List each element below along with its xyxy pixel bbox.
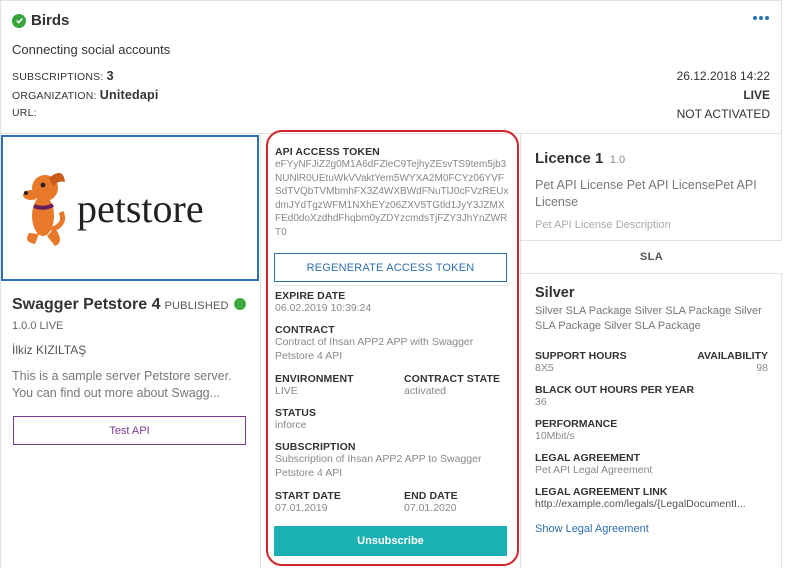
blackout-label: BLACK OUT HOURS PER YEAR bbox=[535, 384, 695, 396]
api-version: 1.0.0 LIVE bbox=[12, 320, 64, 332]
status-label: STATUS bbox=[275, 407, 317, 419]
app-date: 26.12.2018 14:22 bbox=[676, 69, 770, 83]
legal-link-label: LEGAL AGREEMENT LINK bbox=[535, 486, 668, 498]
regenerate-token-button[interactable]: REGENERATE ACCESS TOKEN bbox=[274, 253, 507, 282]
start-date-section: START DATE 07.01.2019 bbox=[275, 490, 400, 516]
contract-section: CONTRACT Contract of Ihsan APP2 APP with… bbox=[275, 324, 511, 363]
environment-section: ENVIRONMENT LIVE bbox=[275, 373, 400, 399]
sla-title: Silver bbox=[535, 285, 575, 301]
api-state: PUBLISHED bbox=[164, 300, 229, 312]
end-date-label: END DATE bbox=[404, 490, 458, 502]
organization-row: ORGANIZATION: Unitedapi bbox=[12, 88, 159, 102]
performance-value: 10Mbit/s bbox=[535, 430, 575, 442]
url-row: URL: bbox=[12, 107, 37, 119]
subscriptions-label: SUBSCRIPTIONS: bbox=[12, 71, 104, 83]
url-label: URL: bbox=[12, 107, 37, 119]
start-date-label: START DATE bbox=[275, 490, 341, 502]
environment-value: LIVE bbox=[275, 385, 298, 397]
availability-label: AVAILABILITY bbox=[697, 350, 768, 362]
support-hours-label: SUPPORT HOURS bbox=[535, 350, 627, 362]
token-value[interactable]: eFYyNFJiZ2g0M1A6dFZleC9TejhyZEsvTS9tem5j… bbox=[275, 158, 509, 239]
status-section: STATUS inforce bbox=[275, 407, 511, 433]
more-dots-icon[interactable] bbox=[753, 12, 771, 24]
sla-description: Silver SLA Package Silver SLA Package Si… bbox=[535, 305, 762, 332]
subscriptions-count: 3 bbox=[106, 69, 114, 83]
check-circle-icon bbox=[12, 13, 26, 28]
subscription-value: Subscription of Ihsan APP2 APP to Swagge… bbox=[275, 453, 482, 479]
licence-title-row: Licence 1 1.0 bbox=[535, 150, 625, 168]
api-logo[interactable]: petstore bbox=[1, 135, 259, 281]
subscription-section: SUBSCRIPTION Subscription of Ihsan APP2 … bbox=[275, 441, 511, 480]
legal-link-value[interactable]: http://example.com/legals/{LegalDocument… bbox=[535, 498, 746, 510]
legal-agreement-label: LEGAL AGREEMENT bbox=[535, 452, 641, 464]
legal-agreement-value: Pet API Legal Agreement bbox=[535, 464, 653, 476]
contract-value: Contract of Ihsan APP2 APP with Swagger … bbox=[275, 336, 474, 362]
support-hours-section: SUPPORT HOURS 8X5 bbox=[535, 350, 627, 374]
contract-state-label: CONTRACT STATE bbox=[404, 373, 501, 385]
subscription-label: SUBSCRIPTION bbox=[275, 441, 356, 453]
column-divider bbox=[260, 134, 261, 568]
token-section: API ACCESS TOKEN eFYyNFJiZ2g0M1A6dFZleC9… bbox=[275, 146, 511, 239]
support-hours-value: 8X5 bbox=[535, 362, 554, 374]
token-divider bbox=[274, 285, 508, 286]
api-description: This is a sample server Petstore server.… bbox=[12, 369, 232, 400]
status-value: inforce bbox=[275, 419, 307, 431]
organization-name: Unitedapi bbox=[99, 88, 159, 102]
subscriptions-row: SUBSCRIPTIONS: 3 bbox=[12, 69, 114, 83]
organization-label: ORGANIZATION: bbox=[12, 90, 97, 102]
legal-link-section: LEGAL AGREEMENT LINK http://example.com/… bbox=[535, 486, 746, 510]
blackout-value: 36 bbox=[535, 396, 547, 408]
unsubscribe-button[interactable]: Unsubscribe bbox=[274, 526, 507, 556]
petstore-dog-logo: petstore bbox=[23, 172, 204, 246]
expire-label: EXPIRE DATE bbox=[275, 290, 346, 302]
expire-section: EXPIRE DATE 06.02.2019 10:39:24 bbox=[275, 290, 511, 316]
expire-value: 06.02.2019 10:39:24 bbox=[275, 302, 372, 314]
licence-description: Pet API License Description bbox=[535, 219, 671, 231]
licence-title: Licence 1 bbox=[535, 150, 604, 167]
api-owner: İlkiz KIZILTAŞ bbox=[12, 343, 87, 357]
test-api-button[interactable]: Test API bbox=[13, 416, 246, 445]
start-date-value: 07.01.2019 bbox=[275, 502, 328, 514]
contract-label: CONTRACT bbox=[275, 324, 335, 336]
performance-section: PERFORMANCE 10Mbit/s bbox=[535, 418, 617, 442]
show-legal-agreement-link[interactable]: Show Legal Agreement bbox=[535, 523, 649, 535]
end-date-value: 07.01.2020 bbox=[404, 502, 457, 514]
availability-section: AVAILABILITY 98 bbox=[697, 350, 768, 374]
token-label: API ACCESS TOKEN bbox=[275, 146, 380, 158]
api-title-row: Swagger Petstore 4 PUBLISHED bbox=[12, 296, 246, 314]
performance-label: PERFORMANCE bbox=[535, 418, 618, 430]
published-dot-icon bbox=[233, 298, 246, 310]
column-divider bbox=[520, 134, 521, 568]
licence-name: Pet API License Pet API LicensePet API L… bbox=[535, 178, 757, 209]
environment-label: ENVIRONMENT bbox=[275, 373, 354, 385]
tab-sla[interactable]: SLA bbox=[521, 240, 782, 274]
availability-value: 98 bbox=[756, 362, 768, 374]
app-name: Birds bbox=[31, 12, 70, 29]
app-description: Connecting social accounts bbox=[12, 42, 171, 57]
end-date-section: END DATE 07.01.2020 bbox=[404, 490, 458, 516]
contract-state-value: activated bbox=[404, 385, 447, 397]
contract-state-section: CONTRACT STATE activated bbox=[404, 373, 500, 399]
app-environment: LIVE bbox=[743, 88, 770, 102]
logo-text: petstore bbox=[77, 186, 204, 231]
api-name[interactable]: Swagger Petstore 4 bbox=[12, 296, 161, 314]
legal-agreement-section: LEGAL AGREEMENT Pet API Legal Agreement bbox=[535, 452, 652, 476]
app-status: NOT ACTIVATED bbox=[676, 107, 770, 121]
blackout-section: BLACK OUT HOURS PER YEAR 36 bbox=[535, 384, 694, 408]
app-title-row: Birds bbox=[12, 12, 69, 29]
licence-version: 1.0 bbox=[609, 154, 626, 166]
